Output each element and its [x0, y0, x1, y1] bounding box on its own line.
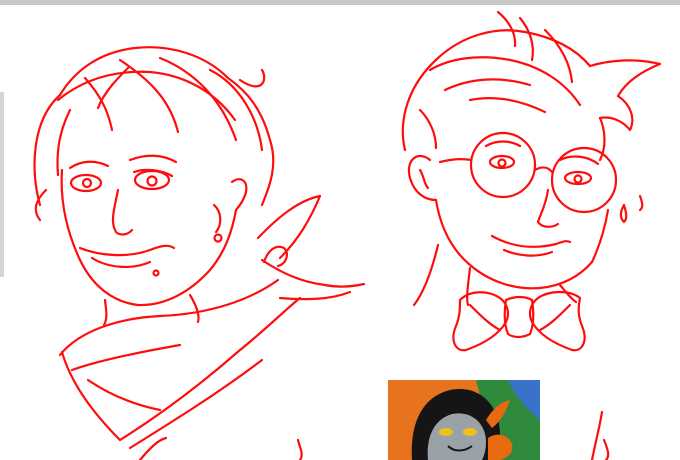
- sketch-canvas: [33, 10, 662, 460]
- reference-thumbnail: [388, 380, 540, 460]
- reference-thumbnail-image: [388, 380, 540, 460]
- left-portrait-sketch: [33, 46, 366, 460]
- thumb-eye-right: [463, 428, 477, 436]
- thumb-eye-left: [439, 428, 453, 436]
